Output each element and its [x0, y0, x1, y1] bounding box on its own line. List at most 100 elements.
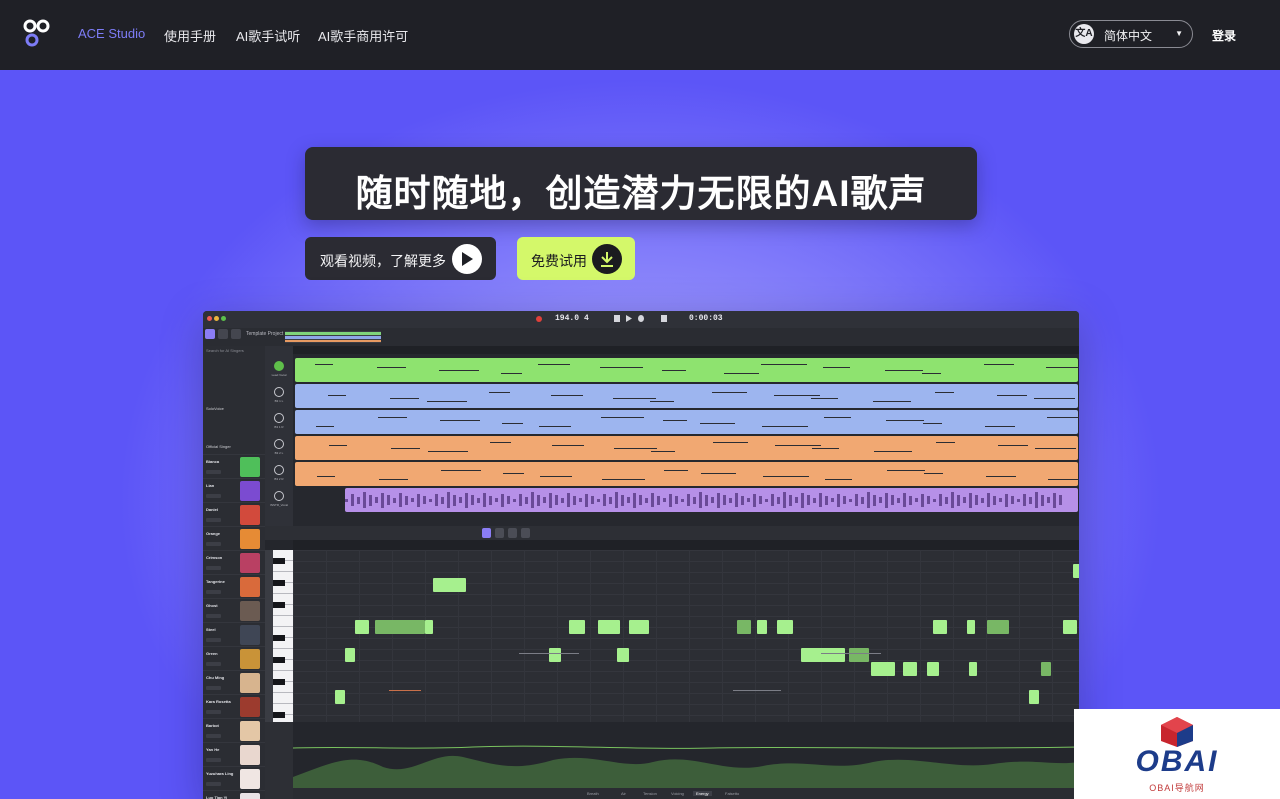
- nav-link-commercial-license[interactable]: AI歌手商用许可: [318, 26, 408, 45]
- note-block[interactable]: [1041, 662, 1051, 676]
- note-block[interactable]: [967, 620, 975, 634]
- pencil-tool-icon[interactable]: [495, 528, 504, 538]
- singer-row[interactable]: Steel: [203, 622, 265, 646]
- singer-row[interactable]: Kara Rosetta: [203, 694, 265, 718]
- note-block[interactable]: [598, 620, 620, 634]
- nav-link-ace-studio[interactable]: ACE Studio: [78, 26, 145, 41]
- note-block[interactable]: [549, 648, 561, 662]
- piano-roll-grid[interactable]: [293, 550, 1079, 722]
- note-block[interactable]: [1029, 690, 1039, 704]
- piano-black-key[interactable]: [273, 602, 285, 608]
- tab-voicing[interactable]: Voicing: [671, 791, 684, 796]
- arrange-ruler[interactable]: [293, 346, 1079, 354]
- nav-link-singer-demo[interactable]: AI歌手试听: [236, 26, 300, 45]
- overview-minimap[interactable]: [285, 331, 381, 343]
- note-block[interactable]: [569, 620, 585, 634]
- note-block[interactable]: [933, 620, 947, 634]
- track-header[interactable]: B3 1 L: [267, 384, 291, 408]
- singer-row[interactable]: Yuzuhara Ling: [203, 766, 265, 790]
- note-block[interactable]: [345, 648, 355, 662]
- tab-energy[interactable]: Energy: [693, 791, 712, 796]
- settings-tool-icon[interactable]: [231, 329, 241, 339]
- singer-row[interactable]: Crimson: [203, 550, 265, 574]
- note-block[interactable]: [375, 620, 425, 634]
- note-block[interactable]: [1063, 620, 1077, 634]
- note-block[interactable]: [801, 648, 845, 662]
- tab-air[interactable]: Air: [621, 791, 626, 796]
- note-block[interactable]: [425, 620, 433, 634]
- track-header[interactable]: B3 2 R: [267, 462, 291, 486]
- track-lane[interactable]: [295, 410, 1079, 434]
- note-block[interactable]: [777, 620, 793, 634]
- ace-logo[interactable]: [23, 18, 51, 48]
- singer-row[interactable]: Luo Tian Yi: [203, 790, 265, 799]
- parameter-lane[interactable]: [293, 722, 1079, 788]
- note-block[interactable]: [903, 662, 917, 676]
- track-header[interactable]: INSTR_Vocal: [267, 488, 291, 512]
- note-block[interactable]: [737, 620, 751, 634]
- piano-black-key[interactable]: [273, 558, 285, 564]
- section-solovoice[interactable]: SoloVoice: [206, 406, 224, 411]
- track-knob[interactable]: [274, 491, 284, 501]
- nav-link-manual[interactable]: 使用手册: [164, 26, 216, 45]
- singer-row[interactable]: Orange: [203, 526, 265, 550]
- piano-keyboard[interactable]: [265, 550, 293, 726]
- piano-black-key[interactable]: [273, 580, 285, 586]
- track-lane[interactable]: [295, 358, 1079, 382]
- language-selector[interactable]: 文A 简体中文 ▼: [1069, 20, 1193, 48]
- list-tool-icon[interactable]: [218, 329, 228, 339]
- audio-lane[interactable]: [345, 488, 1078, 512]
- piano-black-key[interactable]: [273, 679, 285, 685]
- track-header[interactable]: B3 1 R: [267, 410, 291, 434]
- piano-roll-ruler[interactable]: [293, 540, 1079, 550]
- track-header[interactable]: Lead Vocal: [267, 358, 291, 382]
- note-block[interactable]: [969, 662, 977, 676]
- piano-white-key[interactable]: [273, 616, 293, 627]
- watch-video-button[interactable]: 观看视频，了解更多: [305, 237, 496, 280]
- scissors-tool-icon[interactable]: [508, 528, 517, 538]
- note-block[interactable]: [335, 690, 345, 704]
- singer-row[interactable]: Yan He: [203, 742, 265, 766]
- note-block[interactable]: [871, 662, 895, 676]
- singer-row[interactable]: Chu Ming: [203, 670, 265, 694]
- track-lane[interactable]: [295, 384, 1078, 408]
- track-knob[interactable]: [274, 439, 284, 449]
- track-knob[interactable]: [274, 361, 284, 371]
- singer-row[interactable]: Tangerine: [203, 574, 265, 598]
- note-block[interactable]: [433, 578, 466, 592]
- piano-black-key[interactable]: [273, 657, 285, 663]
- singer-row[interactable]: Ghost: [203, 598, 265, 622]
- search-tool-icon[interactable]: [205, 329, 215, 339]
- tab-breath[interactable]: Breath: [587, 791, 599, 796]
- note-block[interactable]: [927, 662, 939, 676]
- note-block[interactable]: [629, 620, 649, 634]
- note-block[interactable]: [757, 620, 767, 634]
- select-tool-icon[interactable]: [482, 528, 491, 538]
- track-lane[interactable]: [295, 462, 1079, 486]
- free-trial-button[interactable]: 免费试用: [517, 237, 635, 280]
- login-link[interactable]: 登录: [1212, 27, 1236, 44]
- singer-row[interactable]: Barbot: [203, 718, 265, 742]
- track-knob[interactable]: [274, 387, 284, 397]
- singer-row[interactable]: Bianca: [203, 454, 265, 478]
- piano-white-key[interactable]: [273, 693, 293, 704]
- track-header[interactable]: B3 2 L: [267, 436, 291, 460]
- piano-black-key[interactable]: [273, 635, 285, 641]
- piano-black-key[interactable]: [273, 712, 285, 718]
- tab-tension[interactable]: Tension: [643, 791, 657, 796]
- singer-row[interactable]: Lian: [203, 478, 265, 502]
- track-lane[interactable]: [295, 436, 1078, 460]
- singer-search-input[interactable]: Search for AI Singers: [206, 348, 244, 353]
- section-official-singer[interactable]: Official Singer: [206, 444, 231, 449]
- track-knob[interactable]: [274, 413, 284, 423]
- tab-falsetto[interactable]: Falsetto: [725, 791, 739, 796]
- note-block[interactable]: [355, 620, 369, 634]
- curve-tool-icon[interactable]: [521, 528, 530, 538]
- note-block[interactable]: [617, 648, 629, 662]
- singer-row[interactable]: Daniel: [203, 502, 265, 526]
- note-block[interactable]: [849, 648, 869, 662]
- singer-row[interactable]: Green: [203, 646, 265, 670]
- track-knob[interactable]: [274, 465, 284, 475]
- note-block[interactable]: [1073, 564, 1079, 578]
- note-block[interactable]: [987, 620, 1009, 634]
